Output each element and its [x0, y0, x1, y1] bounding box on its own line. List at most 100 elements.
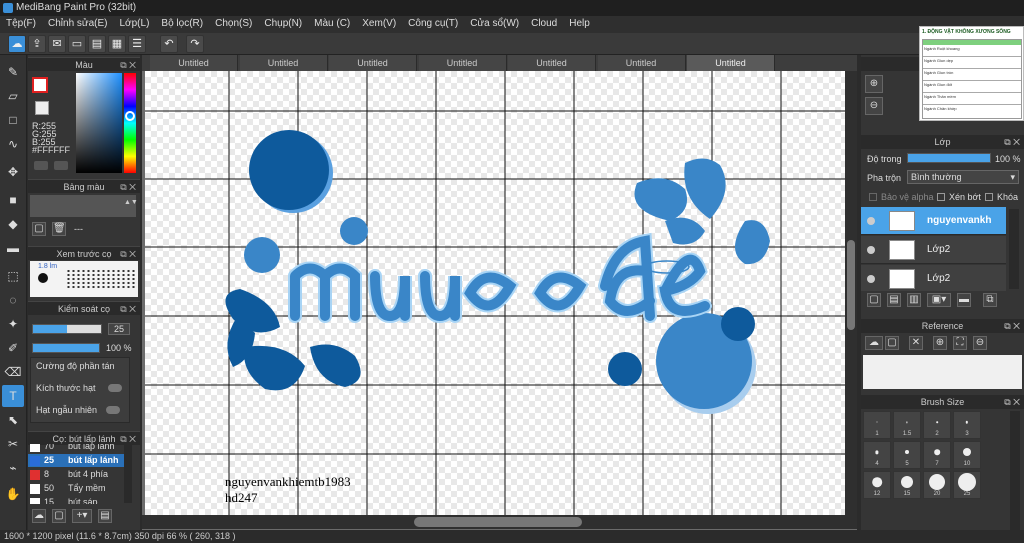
- color-saturation-square[interactable]: [76, 73, 122, 173]
- random-particle-toggle[interactable]: [106, 406, 120, 414]
- brush-size-option[interactable]: 10: [953, 441, 981, 469]
- zoom-out-icon[interactable]: ⊖: [865, 97, 883, 115]
- menu-item[interactable]: Cửa sổ(W): [470, 16, 525, 33]
- select-tool-icon[interactable]: ⬚: [2, 265, 24, 287]
- brush-size-scrollbar[interactable]: [1010, 411, 1020, 531]
- document-tab[interactable]: Untitled: [418, 55, 507, 71]
- document-tab[interactable]: Untitled: [150, 55, 238, 71]
- zoom-out-icon[interactable]: ⊖: [973, 336, 987, 350]
- gradient-tool-icon[interactable]: ▬: [2, 237, 24, 259]
- brush-size-option[interactable]: 2: [923, 411, 951, 439]
- layer-row[interactable]: Lớp2: [861, 236, 1006, 264]
- brush-tool-icon[interactable]: ✎: [2, 61, 24, 83]
- select-eraser-tool-icon[interactable]: ⌫: [2, 361, 24, 383]
- menu-item[interactable]: Chọn(S): [215, 16, 258, 33]
- new-brush-icon[interactable]: ▢: [52, 509, 66, 523]
- background-color[interactable]: [35, 101, 49, 115]
- document-tab[interactable]: Untitled: [597, 55, 686, 71]
- document-tab[interactable]: Untitled: [329, 55, 417, 71]
- open-file-icon[interactable]: ▢: [885, 336, 899, 350]
- hue-handle[interactable]: [125, 111, 135, 121]
- close-icon[interactable]: ✕: [909, 336, 923, 350]
- color-option-icon[interactable]: [54, 161, 68, 170]
- particle-size-toggle[interactable]: [108, 384, 122, 392]
- eye-icon[interactable]: [867, 275, 875, 283]
- eye-icon[interactable]: [867, 246, 875, 254]
- menu-item[interactable]: Chỉnh sửa(E): [48, 16, 114, 33]
- folder-icon[interactable]: ▬: [957, 293, 971, 307]
- duplicate-layer-icon[interactable]: ▥: [907, 293, 921, 307]
- brush-size-option[interactable]: 1.5: [893, 411, 921, 439]
- text-tool-icon[interactable]: T: [2, 385, 24, 407]
- menu-item[interactable]: Cloud: [531, 16, 563, 33]
- cloud-sync-button[interactable]: ☁: [8, 35, 26, 53]
- move-tool-icon[interactable]: ✥: [2, 161, 24, 183]
- navigator-thumbnail[interactable]: 1. ĐỘNG VẬT KHÔNG XƯƠNG SỐNG Ngành Ruột …: [919, 26, 1024, 121]
- menu-item[interactable]: Màu (C): [314, 16, 356, 33]
- hue-slider[interactable]: [124, 73, 136, 173]
- trash-icon[interactable]: 🗑: [52, 222, 66, 236]
- menu-item[interactable]: Công cụ(T): [408, 16, 464, 33]
- lasso-tool-icon[interactable]: ◌: [2, 289, 24, 311]
- chat-button[interactable]: ▭: [68, 35, 86, 53]
- menu-item[interactable]: Help: [569, 16, 596, 33]
- brush-size-option[interactable]: 25: [953, 471, 981, 499]
- eraser-tool-icon[interactable]: ▱: [2, 85, 24, 107]
- menu-item[interactable]: Lớp(L): [120, 16, 156, 33]
- brush-list-item[interactable]: 70 bút lấp lánh: [28, 444, 124, 453]
- merge-layer-icon[interactable]: ⧉: [983, 293, 997, 307]
- document-tab[interactable]: Untitled: [239, 55, 328, 71]
- brush-list-item[interactable]: 25 bút lấp lánh: [28, 454, 124, 467]
- brush-list-item[interactable]: 15 bút sáp: [28, 496, 124, 504]
- list-button[interactable]: ☰: [128, 35, 146, 53]
- rect-select-tool-icon[interactable]: □: [2, 109, 24, 131]
- brush-size-option[interactable]: 20: [923, 471, 951, 499]
- new-page-icon[interactable]: ▢: [32, 222, 46, 236]
- new-halftone-layer-icon[interactable]: ▤: [887, 293, 901, 307]
- brush-size-option[interactable]: 3: [953, 411, 981, 439]
- brush-settings-icon[interactable]: ▤: [98, 509, 112, 523]
- cloud-open-icon[interactable]: ☁: [865, 336, 883, 350]
- share-button[interactable]: ⇪: [28, 35, 46, 53]
- document-tab[interactable]: Untitled: [508, 55, 596, 71]
- eye-icon[interactable]: [867, 217, 875, 225]
- add-layer-menu-icon[interactable]: ▣▾: [927, 293, 951, 307]
- brush-size-option[interactable]: 12: [863, 471, 891, 499]
- vertical-scroll-thumb[interactable]: [847, 240, 855, 330]
- brush-list-item[interactable]: 8 bút 4 phía: [28, 468, 124, 481]
- panel-float-icon[interactable]: ⧉ ✕: [120, 58, 136, 72]
- fill-rect-tool-icon[interactable]: ■: [2, 189, 24, 211]
- zoom-in-icon[interactable]: ⊕: [865, 75, 883, 93]
- menu-item[interactable]: Xem(V): [362, 16, 402, 33]
- horizontal-scroll-thumb[interactable]: [414, 517, 582, 527]
- brush-size-slider[interactable]: [32, 324, 102, 334]
- reference-canvas[interactable]: [863, 355, 1022, 389]
- layer-opacity-slider[interactable]: [907, 153, 991, 163]
- brush-size-option[interactable]: 15: [893, 471, 921, 499]
- palette-scroll-icon[interactable]: ▲▼: [124, 199, 138, 206]
- redo-button[interactable]: ↷: [186, 35, 204, 53]
- color-option-icon[interactable]: [34, 161, 48, 170]
- menu-item[interactable]: Bộ lọc(R): [161, 16, 209, 33]
- comment-button[interactable]: ✉: [48, 35, 66, 53]
- fit-icon[interactable]: ⛶: [953, 336, 967, 350]
- add-brush-icon[interactable]: +▾: [72, 509, 92, 523]
- foreground-color[interactable]: [32, 77, 48, 93]
- palette-swatches[interactable]: [30, 195, 136, 217]
- canvas[interactable]: nguyenvankhiemtb1983 hd247: [145, 71, 853, 515]
- bucket-tool-icon[interactable]: ◆: [2, 213, 24, 235]
- cloud-brush-icon[interactable]: ☁: [32, 509, 46, 523]
- brush-size-value[interactable]: 25: [108, 323, 130, 335]
- page-button[interactable]: ▤: [88, 35, 106, 53]
- layer-list-scrollbar[interactable]: [1009, 209, 1019, 289]
- brush-size-option[interactable]: 7: [923, 441, 951, 469]
- menu-item[interactable]: Chụp(N): [264, 16, 308, 33]
- zoom-in-icon[interactable]: ⊕: [933, 336, 947, 350]
- clipping-checkbox[interactable]: [937, 193, 945, 201]
- brush-size-option[interactable]: 1: [863, 411, 891, 439]
- document-tab[interactable]: Untitled: [687, 55, 775, 71]
- brush-size-option[interactable]: 4: [863, 441, 891, 469]
- brush-size-option[interactable]: 5: [893, 441, 921, 469]
- operation-tool-icon[interactable]: ⬉: [2, 409, 24, 431]
- select-pen-tool-icon[interactable]: ✐: [2, 337, 24, 359]
